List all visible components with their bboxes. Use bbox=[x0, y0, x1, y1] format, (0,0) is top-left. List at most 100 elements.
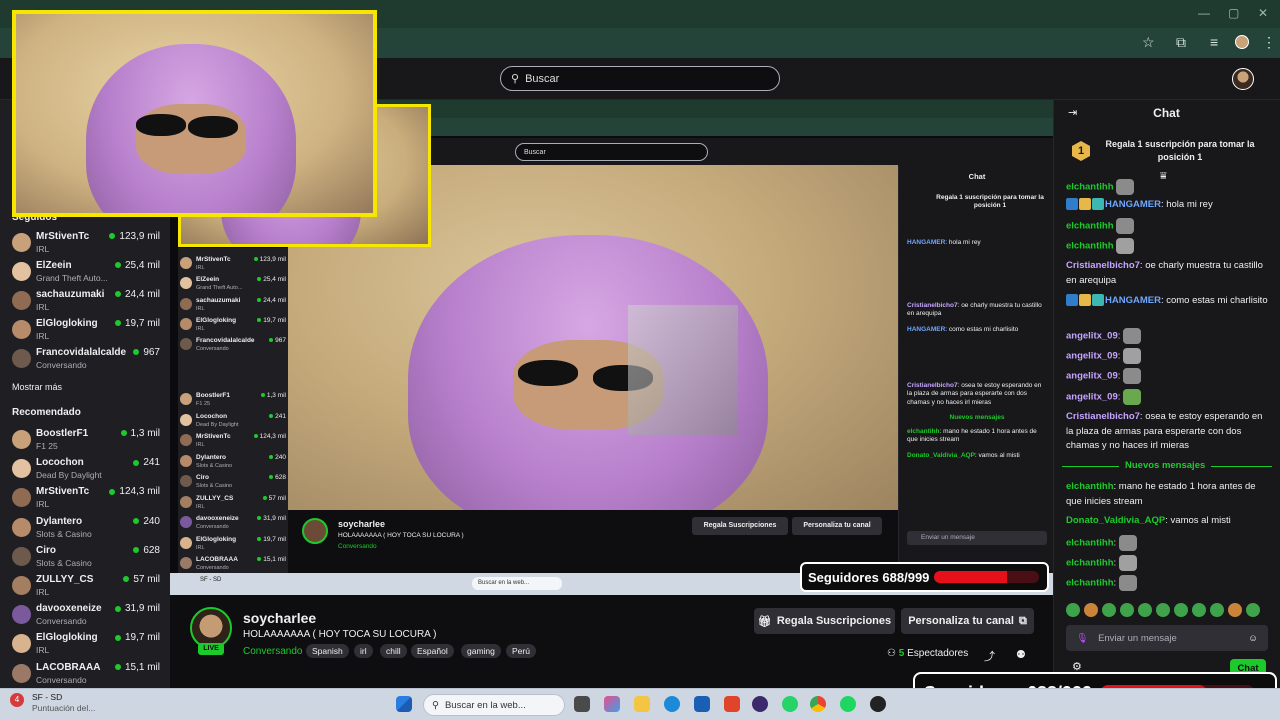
bookmark-star-icon[interactable]: ☆ bbox=[1142, 34, 1155, 51]
app-icon[interactable] bbox=[870, 696, 886, 712]
emote-icon[interactable] bbox=[1138, 603, 1152, 617]
emote-icon[interactable] bbox=[1174, 603, 1188, 617]
chat-username[interactable]: Cristianelbicho7 bbox=[1066, 411, 1140, 422]
media-icon[interactable]: ≡ bbox=[1210, 34, 1218, 50]
stream-tag[interactable]: Spanish bbox=[306, 644, 349, 658]
recommended-channel-row[interactable]: davooxeneize Conversando 31,9 mil bbox=[0, 600, 170, 629]
emote-icon[interactable] bbox=[1084, 603, 1098, 617]
chat-message[interactable]: Cristianelbicho7: osea te estoy esperand… bbox=[1066, 410, 1271, 454]
chat-message[interactable]: elchantihh: mano he estado 1 hora antes … bbox=[1066, 480, 1271, 509]
emote-icon[interactable] bbox=[1192, 603, 1206, 617]
emoji-icon[interactable]: ☺ bbox=[1248, 633, 1258, 644]
chrome-icon[interactable] bbox=[810, 696, 826, 712]
recommended-channel-row[interactable]: LACOBRAAA Conversando 15,1 mil bbox=[0, 659, 170, 688]
chat-message[interactable]: Donato_Valdivia_AQP: vamos al misti bbox=[1066, 514, 1271, 529]
recommended-channel-row[interactable]: Dylantero Slots & Casino 240 bbox=[0, 513, 170, 542]
emote-icon[interactable] bbox=[1066, 603, 1080, 617]
file-explorer-icon[interactable] bbox=[634, 696, 650, 712]
task-view-icon[interactable] bbox=[574, 696, 590, 712]
share-icon[interactable]: ⤴ bbox=[984, 648, 995, 664]
emote-icon[interactable] bbox=[1120, 603, 1134, 617]
manage-users-icon[interactable]: ⚉ bbox=[1016, 648, 1026, 661]
user-avatar[interactable] bbox=[1232, 68, 1254, 90]
recommended-channel-row[interactable]: Ciro Slots & Casino 628 bbox=[0, 542, 170, 571]
chat-message[interactable]: elchantihh: bbox=[1066, 535, 1271, 551]
chat-message[interactable]: elchantihh: bbox=[1066, 555, 1271, 571]
stream-tag[interactable]: chill bbox=[380, 644, 407, 658]
close-icon[interactable]: ✕ bbox=[1258, 6, 1268, 20]
chat-message[interactable]: Cristianelbicho7: oe charly muestra tu c… bbox=[1066, 259, 1271, 288]
goal-progress-fill bbox=[934, 571, 1007, 583]
chat-username[interactable]: elchantihh bbox=[1066, 481, 1114, 492]
recommended-channel-row[interactable]: Locochon Dead By Daylight 241 bbox=[0, 454, 170, 483]
chat-username[interactable]: HANGAMER bbox=[1105, 199, 1161, 210]
chat-username[interactable]: elchantihh bbox=[1066, 558, 1114, 569]
chat-username[interactable]: elchantihh bbox=[1066, 221, 1114, 232]
chat-message[interactable]: angelitx_09: bbox=[1066, 389, 1271, 405]
chat-username[interactable]: angelitx_09 bbox=[1066, 351, 1118, 362]
recommended-channel-row[interactable]: ElGlogloking IRL 19,7 mil bbox=[0, 629, 170, 658]
emote-icon[interactable] bbox=[1246, 603, 1260, 617]
maximize-icon[interactable]: ▢ bbox=[1228, 6, 1239, 20]
chat-message[interactable]: elchantihh bbox=[1066, 238, 1271, 254]
chat-message[interactable]: HANGAMER: como estas mi charlisito bbox=[1066, 294, 1271, 309]
chat-message[interactable]: angelitx_09: bbox=[1066, 368, 1271, 384]
taskbar-app[interactable]: SF - SD Puntuación del... bbox=[32, 692, 95, 714]
show-more-link[interactable]: Mostrar más bbox=[12, 382, 62, 392]
chat-username[interactable]: Donato_Valdivia_AQP bbox=[1066, 515, 1165, 526]
stream-tag[interactable]: irl bbox=[354, 644, 373, 658]
chat-message[interactable]: elchantihh bbox=[1066, 218, 1271, 234]
chat-username[interactable]: angelitx_09 bbox=[1066, 371, 1118, 382]
chat-username[interactable]: angelitx_09 bbox=[1066, 392, 1118, 403]
channel-avatar bbox=[12, 663, 31, 683]
followed-channel-row[interactable]: Francovidalalcalde Conversando 967 bbox=[0, 344, 170, 373]
chat-input[interactable]: 🎙︎ Enviar un mensaje ☺ bbox=[1066, 625, 1268, 651]
streamer-name[interactable]: soycharlee bbox=[243, 610, 316, 626]
recommended-channel-row[interactable]: MrStivenTc IRL 124,3 mil bbox=[0, 483, 170, 512]
live-dot bbox=[257, 297, 262, 302]
followed-channel-row[interactable]: sachauzumaki IRL 24,4 mil bbox=[0, 286, 170, 315]
stream-tag[interactable]: Perú bbox=[506, 644, 536, 658]
gift-subs-button[interactable]: 🎁︎ Regala Suscripciones bbox=[754, 608, 895, 634]
emote-icon[interactable] bbox=[1102, 603, 1116, 617]
stream-tag[interactable]: Español bbox=[411, 644, 454, 658]
brave-icon[interactable] bbox=[724, 696, 740, 712]
chat-username[interactable]: HANGAMER bbox=[1105, 295, 1161, 306]
extensions-icon[interactable]: ⧉ bbox=[1176, 34, 1186, 51]
profile-icon[interactable] bbox=[1235, 35, 1249, 49]
followed-channel-row[interactable]: ElZeein Grand Theft Auto... 25,4 mil bbox=[0, 257, 170, 286]
chat-username[interactable]: angelitx_09 bbox=[1066, 331, 1118, 342]
spotify-icon[interactable] bbox=[840, 696, 856, 712]
recommended-channel-row[interactable]: BoostlerF1 F1 25 1,3 mil bbox=[0, 425, 170, 454]
customize-channel-button[interactable]: Personaliza tu canal ⧉ bbox=[901, 608, 1034, 634]
edge-icon[interactable] bbox=[664, 696, 680, 712]
chat-message[interactable]: angelitx_09: bbox=[1066, 328, 1271, 344]
chat-message[interactable]: HANGAMER: hola mi rey bbox=[1066, 198, 1271, 213]
stream-category[interactable]: Conversando bbox=[243, 646, 302, 657]
taskbar-search[interactable]: ⚲ Buscar en la web... bbox=[423, 694, 565, 716]
stream-tag[interactable]: gaming bbox=[461, 644, 501, 658]
emote-icon[interactable] bbox=[1210, 603, 1224, 617]
obs-icon[interactable] bbox=[752, 696, 768, 712]
followed-channel-row[interactable]: ElGlogloking IRL 19,7 mil bbox=[0, 315, 170, 344]
chat-username[interactable]: elchantihh bbox=[1066, 182, 1114, 193]
chat-message[interactable]: elchantihh: bbox=[1066, 575, 1271, 591]
chat-username[interactable]: elchantihh bbox=[1066, 538, 1114, 549]
chat-message[interactable]: elchantihh bbox=[1066, 179, 1271, 195]
chat-username[interactable]: Cristianelbicho7 bbox=[1066, 260, 1140, 271]
store-icon[interactable] bbox=[694, 696, 710, 712]
menu-icon[interactable]: ⋮ bbox=[1262, 34, 1276, 51]
copilot-icon[interactable] bbox=[604, 696, 620, 712]
recommended-channel-row[interactable]: ZULLYY_CS IRL 57 mil bbox=[0, 571, 170, 600]
windows-start-icon[interactable] bbox=[396, 696, 412, 712]
chat-username[interactable]: elchantihh bbox=[1066, 578, 1114, 589]
whatsapp-icon[interactable] bbox=[782, 696, 798, 712]
emote-icon[interactable] bbox=[1156, 603, 1170, 617]
search-input[interactable]: ⚲ Buscar bbox=[500, 66, 780, 91]
minimize-icon[interactable]: — bbox=[1198, 6, 1210, 20]
followed-channel-row[interactable]: MrStivenTc IRL 123,9 mil bbox=[0, 228, 170, 257]
chat-message[interactable]: angelitx_09: bbox=[1066, 348, 1271, 364]
emote-icon[interactable] bbox=[1228, 603, 1242, 617]
emote-bar[interactable] bbox=[1066, 603, 1271, 619]
chat-username[interactable]: elchantihh bbox=[1066, 241, 1114, 252]
